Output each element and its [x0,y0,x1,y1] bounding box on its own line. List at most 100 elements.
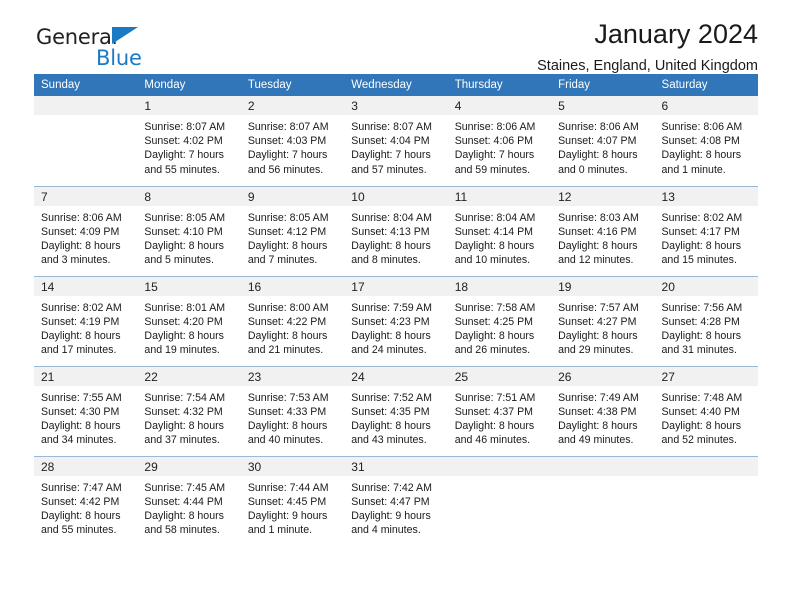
daylight-duration-line1: Daylight: 8 hours [454,239,535,252]
daylight-duration-line1: Daylight: 8 hours [454,329,535,342]
day-cell[interactable]: 24 Sunrise: 7:52 AM Sunset: 4:35 PM Dayligh… [344,365,448,456]
day-details: Sunrise: 7:55 AM Sunset: 4:30 PM Daylight:… [34,386,137,448]
day-cell[interactable]: 28 Sunrise: 7:47 AM Sunset: 4:42 PM Dayligh… [34,455,138,546]
day-cell[interactable]: 30 Sunrise: 7:44 AM Sunset: 4:45 PM Dayligh… [240,455,345,546]
sunrise-time: Sunrise: 7:57 AM [558,301,639,314]
day-cell[interactable]: 14 Sunrise: 8:02 AM Sunset: 4:19 PM Dayligh… [34,275,138,366]
daylight-duration-line2: and 59 minutes. [454,163,531,176]
daylight-duration-line1: Daylight: 8 hours [558,149,638,162]
daylight-duration-line1: Daylight: 8 hours [558,329,638,342]
sunrise-time: Sunrise: 8:05 AM [144,211,226,224]
day-cell[interactable]: 25 Sunrise: 7:51 AM Sunset: 4:37 PM Dayligh… [447,365,552,456]
weekday-header-thursday: Thursday [447,74,552,96]
day-number: 9 [240,186,345,206]
day-details: Sunrise: 8:06 AM Sunset: 4:08 PM Daylight:… [655,115,758,177]
sunrise-time: Sunrise: 7:54 AM [144,391,226,404]
day-cell[interactable]: 16 Sunrise: 8:00 AM Sunset: 4:22 PM Dayligh… [240,275,345,366]
sunset-time: Sunset: 4:42 PM [41,495,120,508]
daylight-duration-line2: and 58 minutes. [144,524,220,537]
day-cell[interactable]: 3 Sunrise: 8:07 AM Sunset: 4:04 PM Daylight… [344,96,448,186]
day-cell[interactable]: 20 Sunrise: 7:56 AM Sunset: 4:28 PM Dayligh… [654,275,758,366]
daylight-duration-line1: Daylight: 8 hours [558,419,638,432]
logo-text-general: General [36,25,118,49]
daylight-duration-line2: and 7 minutes. [247,254,318,267]
sunrise-time: Sunrise: 8:02 AM [661,211,743,224]
daylight-duration-line2: and 34 minutes. [41,434,117,447]
daylight-duration-line1: Daylight: 8 hours [247,329,328,342]
day-details: Sunrise: 8:04 AM Sunset: 4:13 PM Daylight:… [344,206,447,268]
day-cell[interactable]: 1 Sunrise: 8:07 AM Sunset: 4:02 PM Daylight… [137,96,241,186]
day-cell[interactable]: 11 Sunrise: 8:04 AM Sunset: 4:14 PM Dayligh… [447,185,552,276]
daylight-duration-line1: Daylight: 8 hours [41,509,121,522]
sunset-time: Sunset: 4:16 PM [558,225,637,238]
day-cell[interactable]: 4 Sunrise: 8:06 AM Sunset: 4:06 PM Daylight… [447,96,552,186]
day-cell[interactable]: 13 Sunrise: 8:02 AM Sunset: 4:17 PM Dayligh… [654,185,758,276]
day-number: 19 [551,276,655,296]
calendar-week-row: 21 Sunrise: 7:55 AM Sunset: 4:30 PM Dayligh… [34,365,758,456]
sunset-time: Sunset: 4:09 PM [41,225,120,238]
daylight-duration-line1: Daylight: 8 hours [661,329,742,342]
day-cell[interactable]: 18 Sunrise: 7:58 AM Sunset: 4:25 PM Dayligh… [447,275,552,366]
day-details: Sunrise: 8:05 AM Sunset: 4:10 PM Daylight:… [137,206,240,268]
day-details: Sunrise: 7:58 AM Sunset: 4:25 PM Daylight:… [448,296,551,358]
sunset-time: Sunset: 4:08 PM [661,135,740,148]
daylight-duration-line1: Daylight: 8 hours [144,509,224,522]
day-cell[interactable]: 15 Sunrise: 8:01 AM Sunset: 4:20 PM Dayligh… [137,275,241,366]
title-block: January 2024 Staines, England, United Ki… [537,18,758,76]
day-number: 18 [447,276,552,296]
day-cell[interactable]: 2 Sunrise: 8:07 AM Sunset: 4:03 PM Daylight… [240,96,345,186]
day-cell[interactable]: 17 Sunrise: 7:59 AM Sunset: 4:23 PM Dayligh… [344,275,448,366]
generalblue-logo: General Blue [36,26,166,72]
day-number: 22 [137,366,241,386]
day-number: 13 [654,186,758,206]
sunrise-time: Sunrise: 7:44 AM [247,481,329,494]
day-number: 24 [344,366,448,386]
sunrise-time: Sunrise: 8:02 AM [41,301,122,314]
daylight-duration-line1: Daylight: 8 hours [247,239,328,252]
day-cell[interactable]: 31 Sunrise: 7:42 AM Sunset: 4:47 PM Dayligh… [344,455,448,546]
sunrise-time: Sunrise: 8:07 AM [247,121,329,133]
day-details: Sunrise: 8:02 AM Sunset: 4:17 PM Daylight:… [655,206,758,268]
daylight-duration-line2: and 31 minutes. [661,344,737,357]
daylight-duration-line2: and 57 minutes. [351,163,427,176]
day-cell[interactable]: 22 Sunrise: 7:54 AM Sunset: 4:32 PM Dayligh… [137,365,241,456]
day-cell[interactable]: 10 Sunrise: 8:04 AM Sunset: 4:13 PM Dayligh… [344,185,448,276]
day-cell[interactable]: 5 Sunrise: 8:06 AM Sunset: 4:07 PM Daylight… [551,96,655,186]
daylight-duration-line2: and 37 minutes. [144,434,220,447]
day-details: Sunrise: 8:04 AM Sunset: 4:14 PM Daylight:… [448,206,551,268]
daylight-duration-line1: Daylight: 8 hours [41,419,121,432]
sunrise-time: Sunrise: 8:06 AM [41,211,122,224]
sunset-time: Sunset: 4:23 PM [351,315,430,328]
sunset-time: Sunset: 4:28 PM [661,315,740,328]
sunset-time: Sunset: 4:47 PM [351,495,430,508]
sunrise-time: Sunrise: 7:42 AM [351,481,432,494]
day-cell[interactable]: 26 Sunrise: 7:49 AM Sunset: 4:38 PM Dayligh… [551,365,655,456]
sunrise-time: Sunrise: 8:06 AM [454,121,536,133]
day-cell[interactable]: 7 Sunrise: 8:06 AM Sunset: 4:09 PM Daylight… [34,185,138,276]
daylight-duration-line2: and 55 minutes. [144,163,220,176]
day-cell[interactable]: 19 Sunrise: 7:57 AM Sunset: 4:27 PM Dayligh… [551,275,655,366]
day-cell[interactable]: 27 Sunrise: 7:48 AM Sunset: 4:40 PM Dayligh… [654,365,758,456]
day-cell[interactable]: 8 Sunrise: 8:05 AM Sunset: 4:10 PM Daylight… [137,185,241,276]
daylight-duration-line1: Daylight: 8 hours [247,419,328,432]
day-cell[interactable]: 9 Sunrise: 8:05 AM Sunset: 4:12 PM Daylight… [240,185,345,276]
day-cell[interactable]: 6 Sunrise: 8:06 AM Sunset: 4:08 PM Daylight… [654,96,758,186]
calendar-body: 1 Sunrise: 8:07 AM Sunset: 4:02 PM Daylight… [34,96,758,546]
day-number: 25 [447,366,552,386]
day-details: Sunrise: 7:57 AM Sunset: 4:27 PM Daylight:… [551,296,654,358]
daylight-duration-line2: and 21 minutes. [247,344,324,357]
daylight-duration-line1: Daylight: 7 hours [351,149,431,162]
daylight-duration-line2: and 1 minute. [661,163,726,176]
sunset-time: Sunset: 4:27 PM [558,315,637,328]
day-number: 30 [240,456,345,476]
day-cell[interactable]: 21 Sunrise: 7:55 AM Sunset: 4:30 PM Dayligh… [34,365,138,456]
daylight-duration-line1: Daylight: 8 hours [661,239,742,252]
sunset-time: Sunset: 4:38 PM [558,405,637,418]
day-details: Sunrise: 7:59 AM Sunset: 4:23 PM Daylight:… [344,296,447,358]
day-cell[interactable]: 23 Sunrise: 7:53 AM Sunset: 4:33 PM Dayligh… [240,365,345,456]
sunrise-time: Sunrise: 7:56 AM [661,301,743,314]
weekday-header-friday: Friday [551,74,655,96]
day-cell[interactable]: 29 Sunrise: 7:45 AM Sunset: 4:44 PM Dayligh… [137,455,241,546]
day-cell[interactable]: 12 Sunrise: 8:03 AM Sunset: 4:16 PM Dayligh… [551,185,655,276]
sunrise-time: Sunrise: 8:04 AM [454,211,536,224]
